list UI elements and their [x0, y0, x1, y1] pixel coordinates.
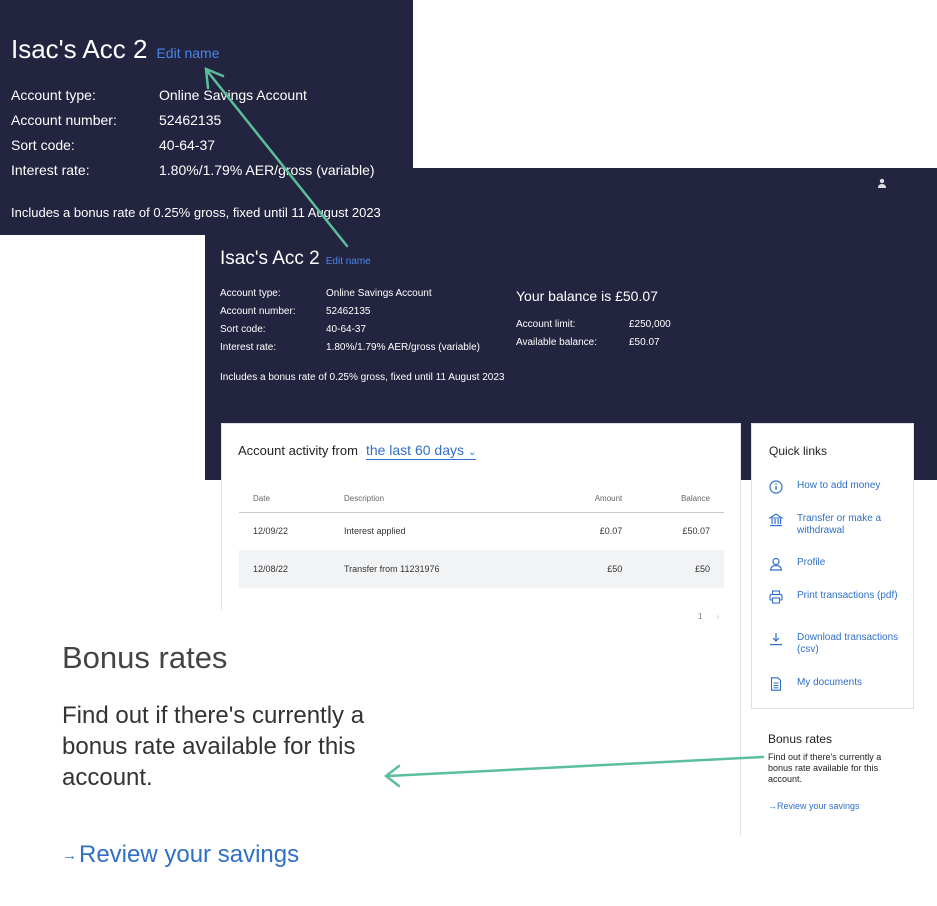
sort-code-label: Sort code:	[11, 137, 75, 153]
account-limit-label: Account limit:	[516, 319, 576, 330]
bonus-rates-section: Bonus rates Find out if there's currentl…	[768, 732, 918, 811]
chevron-down-icon: ⌄	[468, 447, 477, 458]
account-number-value: 52462135	[159, 112, 222, 128]
quick-link-label: Download transactions (csv)	[797, 632, 899, 655]
interest-rate-value: 1.80%/1.79% AER/gross (variable)	[159, 162, 375, 178]
review-savings-link[interactable]: →Review your savings	[768, 801, 918, 811]
table-header-row: Date Description Amount Balance	[239, 486, 724, 513]
account-type-label: Account type:	[220, 288, 281, 299]
txn-balance: £50	[630, 550, 724, 588]
zoomed-bonus-note: Includes a bonus rate of 0.25% gross, fi…	[11, 205, 381, 220]
zoomed-review-savings-label: Review your savings	[79, 841, 300, 868]
zoomed-bonus-rates-text: Find out if there's currently a bonus ra…	[62, 702, 365, 791]
user-icon	[769, 557, 783, 571]
bonus-rate-note: Includes a bonus rate of 0.25% gross, fi…	[220, 372, 505, 383]
quick-links-title: Quick links	[769, 444, 828, 458]
info-icon	[769, 480, 783, 494]
account-limit-value: £250,000	[629, 319, 671, 330]
zoomed-edit-name-link[interactable]: Edit name	[156, 45, 219, 61]
quick-link-label: How to add money	[797, 480, 881, 491]
printer-icon	[769, 590, 783, 604]
bonus-rates-title: Bonus rates	[768, 732, 833, 746]
page-number[interactable]: 1	[698, 612, 702, 621]
balance-labels: Account limit: Available balance:	[516, 316, 597, 352]
review-savings-label: Review your savings	[777, 801, 860, 811]
activity-range-dropdown[interactable]: the last 60 days ⌄	[365, 442, 477, 460]
zoomed-bonus-rates-title: Bonus rates	[62, 640, 228, 675]
txn-date: 12/09/22	[253, 526, 289, 537]
account-detail-labels: Account type: Account number: Sort code:…	[220, 285, 296, 357]
quick-link-my-documents[interactable]: My documents	[769, 677, 862, 691]
arrow-circle-icon: →	[62, 846, 77, 864]
sort-code-label: Sort code:	[220, 324, 266, 335]
user-account-icon[interactable]	[877, 178, 887, 188]
txn-balance: £50.07	[682, 526, 710, 537]
balance-title: Your balance is £50.07	[516, 288, 658, 304]
edit-name-link[interactable]: Edit name	[326, 256, 371, 267]
zoomed-account-header: Isac's Acc 2 Edit name Account type: Acc…	[0, 0, 413, 235]
zoomed-bonus-rates: Bonus rates Find out if there's currentl…	[0, 610, 452, 906]
table-row: 12/08/22 Transfer from 11231976 £50 £50	[239, 550, 724, 588]
quick-links-card: Quick links How to add money Transfer or…	[751, 423, 914, 709]
quick-link-print-transactions[interactable]: Print transactions (pdf)	[769, 590, 899, 604]
zoomed-review-savings-link[interactable]: → Review your savings	[62, 841, 299, 869]
quick-link-label: Print transactions (pdf)	[797, 590, 898, 601]
account-number-label: Account number:	[220, 306, 296, 317]
column-header-date: Date	[239, 486, 344, 513]
txn-amount: £0.07	[599, 526, 623, 537]
quick-link-profile[interactable]: Profile	[769, 557, 825, 571]
interest-rate-label: Interest rate:	[220, 342, 277, 353]
zoomed-account-name: Isac's Acc 2	[11, 34, 148, 64]
document-icon	[770, 677, 782, 691]
quick-link-how-to-add-money[interactable]: How to add money	[769, 480, 880, 494]
txn-amount: £50	[552, 550, 631, 588]
activity-heading-label: Account activity from	[238, 443, 358, 458]
bonus-rates-text: Find out if there's currently a bonus ra…	[768, 752, 882, 784]
transactions-table: Date Description Amount Balance 12/09/22…	[239, 486, 724, 588]
interest-rate-label: Interest rate:	[11, 162, 90, 178]
quick-link-download-transactions[interactable]: Download transactions (csv)	[769, 632, 899, 656]
column-header-amount: Amount	[552, 486, 631, 513]
sort-code-value: 40-64-37	[159, 137, 216, 153]
quick-link-transfer-or-withdrawal[interactable]: Transfer or make a withdrawal	[769, 513, 899, 537]
txn-description: Transfer from 11231976	[344, 550, 553, 588]
txn-description: Interest applied	[344, 526, 406, 537]
quick-link-label: Transfer or make a withdrawal	[797, 513, 882, 536]
download-icon	[770, 633, 782, 646]
account-name: Isac's Acc 2	[220, 248, 320, 269]
activity-range-value: the last 60 days	[365, 442, 464, 458]
account-number-label: Account number:	[11, 112, 117, 128]
account-title-row: Isac's Acc 2 Edit name	[220, 248, 371, 270]
activity-heading: Account activity from the last 60 days ⌄	[238, 442, 477, 460]
account-type-value: Online Savings Account	[326, 288, 432, 299]
quick-link-label: Profile	[797, 557, 826, 568]
account-type-label: Account type:	[11, 87, 96, 103]
account-number-value: 52462135	[326, 306, 371, 317]
bank-icon	[769, 513, 784, 527]
table-row: 12/09/22 Interest applied £0.07 £50.07	[239, 512, 724, 550]
column-header-balance: Balance	[630, 486, 724, 513]
column-header-description: Description	[344, 486, 553, 513]
arrow-circle-icon: →	[768, 801, 777, 811]
next-page-icon[interactable]: ›	[716, 612, 719, 621]
sort-code-value: 40-64-37	[326, 324, 367, 335]
txn-date: 12/08/22	[239, 550, 344, 588]
quick-link-label: My documents	[797, 677, 863, 688]
available-balance-label: Available balance:	[516, 337, 597, 348]
zoomed-detail-values: Online Savings Account 52462135 40-64-37…	[159, 83, 375, 183]
zoomed-detail-labels: Account type: Account number: Sort code:…	[11, 83, 117, 183]
available-balance-value: £50.07	[629, 337, 660, 348]
balance-values: £250,000 £50.07	[629, 316, 671, 352]
pagination: 1 ›	[698, 612, 719, 621]
account-detail-values: Online Savings Account 52462135 40-64-37…	[326, 285, 480, 357]
zoomed-title-row: Isac's Acc 2 Edit name	[11, 34, 220, 65]
interest-rate-value: 1.80%/1.79% AER/gross (variable)	[326, 342, 480, 353]
account-type-value: Online Savings Account	[159, 87, 307, 103]
